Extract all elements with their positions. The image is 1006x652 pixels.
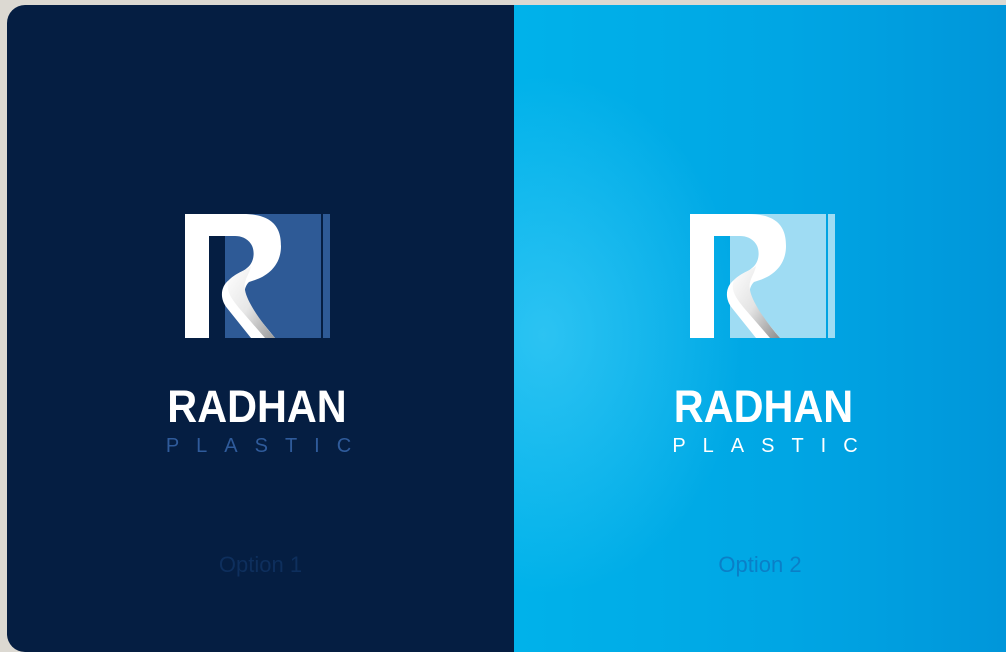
logo-options-board: RADHAN PLASTIC Option 1 RADHAN PLASTIC O… xyxy=(7,5,1006,652)
option-label: Option 2 xyxy=(718,552,802,577)
r-ribbon-logo-icon xyxy=(185,210,330,338)
brand-tagline: PLASTIC xyxy=(672,435,875,457)
brand-tagline: PLASTIC xyxy=(165,435,369,457)
r-ribbon-logo-icon xyxy=(690,210,835,338)
brand-wordmark: RADHAN xyxy=(673,381,854,432)
brand-wordmark: RADHAN xyxy=(167,381,347,432)
option-1-panel: RADHAN PLASTIC Option 1 xyxy=(7,5,514,652)
option-label: Option 1 xyxy=(218,552,303,577)
option-2-panel: RADHAN PLASTIC Option 2 xyxy=(514,5,1006,652)
